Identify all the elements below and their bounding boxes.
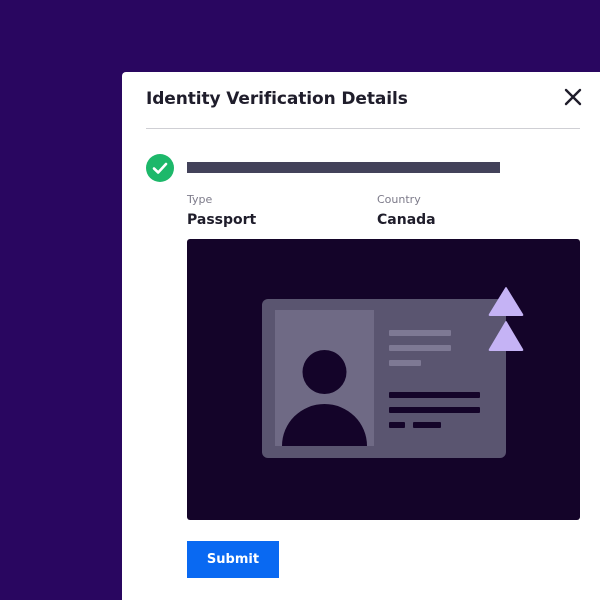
field-type-value: Passport <box>187 212 257 228</box>
document-preview <box>187 239 580 520</box>
field-type-label: Type <box>187 193 213 206</box>
close-button[interactable] <box>562 86 584 108</box>
field-country-value: Canada <box>377 212 436 228</box>
submit-button[interactable]: Submit <box>187 541 279 578</box>
field-country: Country Canada <box>377 193 436 229</box>
check-circle-icon <box>146 154 174 182</box>
id-card-icon <box>262 299 506 458</box>
identity-verification-modal: Identity Verification Details Type Passp… <box>122 72 600 600</box>
redacted-name-bar <box>187 162 500 173</box>
field-type: Type Passport <box>187 193 256 229</box>
field-country-label: Country <box>377 193 421 206</box>
modal-title: Identity Verification Details <box>146 89 408 109</box>
header-divider <box>146 128 580 129</box>
close-icon <box>564 88 582 106</box>
